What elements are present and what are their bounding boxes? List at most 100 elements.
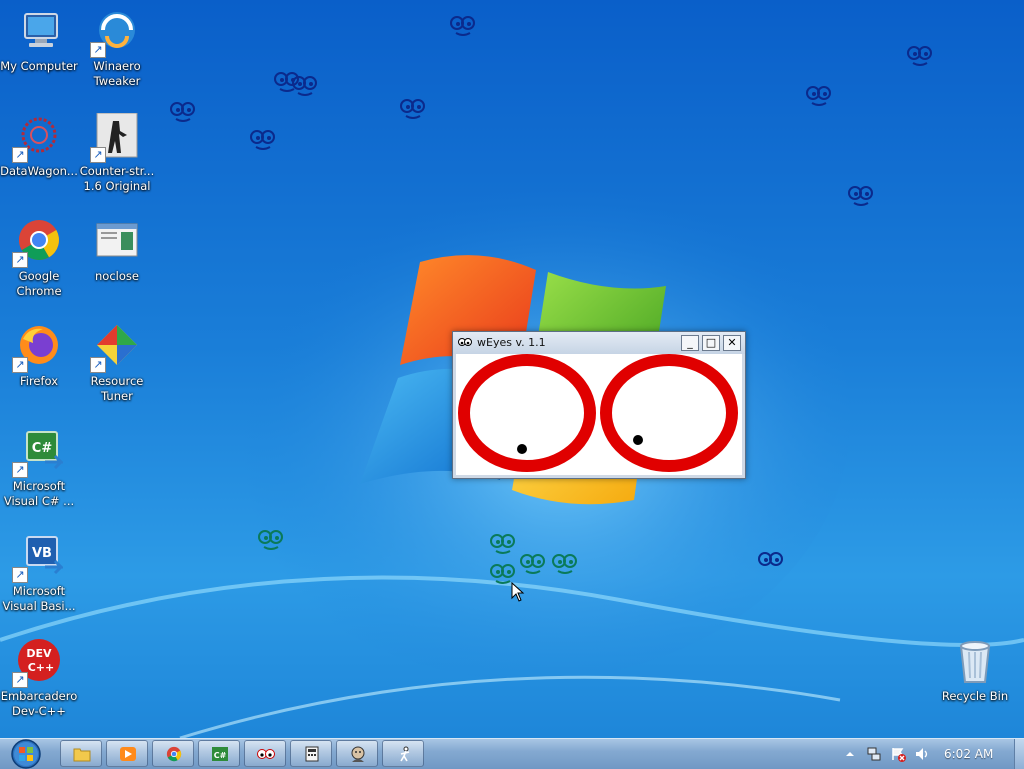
- show-hidden-icon[interactable]: [844, 748, 856, 760]
- recycle-bin-icon: [951, 638, 999, 686]
- desktop-icon-visual-basic[interactable]: VB ↗ Microsoft Visual Basi...: [0, 533, 78, 614]
- resource-tuner-icon: ↗: [90, 323, 141, 373]
- volume-icon[interactable]: [914, 746, 930, 762]
- eyes-critter: [848, 186, 873, 206]
- desktop-icon-recycle-bin[interactable]: Recycle Bin: [936, 638, 1014, 704]
- desktop-icon-label: noclose: [95, 269, 139, 283]
- visual-basic-icon: VB ↗: [12, 533, 65, 583]
- visual-csharp-icon: C# ↗: [12, 428, 65, 478]
- taskbar-button-stick-figure[interactable]: [382, 740, 424, 767]
- weyes-client-area: [456, 354, 742, 475]
- dev-cpp-badge: DEV: [26, 647, 52, 660]
- close-button[interactable]: ✕: [723, 335, 741, 351]
- shortcut-arrow-icon: ↗: [12, 147, 28, 163]
- left-eye: [458, 354, 596, 472]
- taskbar-clock[interactable]: 6:02 AM: [944, 747, 993, 761]
- eyes-critter: [758, 552, 783, 566]
- shortcut-arrow-icon: ↗: [90, 147, 106, 163]
- media-player-icon: [120, 747, 136, 761]
- datawagon-icon: ↗: [12, 113, 63, 163]
- noclose-icon: [93, 218, 141, 266]
- left-pupil: [517, 444, 527, 454]
- desktop-icon-my-computer[interactable]: My Computer: [0, 8, 78, 74]
- eyes-critter: [250, 130, 275, 150]
- eyes-critter: [907, 46, 932, 66]
- right-pupil: [633, 435, 643, 445]
- face-icon: [351, 746, 365, 762]
- desktop-icon-winaero-tweaker[interactable]: ↗ Winaero Tweaker: [78, 8, 156, 89]
- taskbar-button-face[interactable]: [336, 740, 378, 767]
- eyes-critter: [400, 99, 425, 119]
- desktop-icon-firefox[interactable]: ↗ Firefox: [0, 323, 78, 389]
- svg-text:C#: C#: [32, 441, 53, 456]
- desktop-icon-google-chrome[interactable]: ↗ Google Chrome: [0, 218, 78, 299]
- desktop-icon-label: My Computer: [0, 59, 78, 73]
- desktop-icon-label: Firefox: [19, 374, 59, 388]
- desktop-icon-label: Microsoft Visual C# ...: [3, 479, 75, 508]
- winaero-icon: ↗: [90, 8, 141, 58]
- shortcut-arrow-icon: ↗: [12, 462, 28, 478]
- shortcut-arrow-icon: ↗: [90, 42, 106, 58]
- taskbar: C# 6:02 AM: [0, 738, 1024, 769]
- eyes-critter: [490, 534, 515, 554]
- desktop-icon-resource-tuner[interactable]: ↗ Resource Tuner: [78, 323, 156, 404]
- desktop-icon-dev-cpp[interactable]: DEV C++ ↗ Embarcadero Dev-C++: [0, 638, 78, 719]
- desktop-icon-label: Microsoft Visual Basi...: [2, 584, 76, 613]
- start-button[interactable]: [6, 739, 46, 769]
- mouse-cursor-icon: [511, 582, 525, 602]
- dev-cpp-icon: DEV C++ ↗: [12, 638, 63, 688]
- counter-strike-icon: ↗: [90, 112, 141, 163]
- desktop-icon-visual-csharp[interactable]: C# ↗ Microsoft Visual C# ...: [0, 428, 78, 509]
- taskbar-button-media-player[interactable]: [106, 740, 148, 767]
- folder-icon: [73, 748, 91, 762]
- desktop-icon-label: Google Chrome: [16, 269, 62, 298]
- shortcut-arrow-icon: ↗: [12, 567, 28, 583]
- taskbar-button-explorer[interactable]: [60, 740, 102, 767]
- maximize-button[interactable]: □: [702, 335, 720, 351]
- chrome-icon: ↗: [12, 218, 63, 268]
- svg-text:C++: C++: [28, 661, 55, 674]
- weyes-icon: [257, 749, 275, 759]
- desktop-icon-noclose[interactable]: noclose: [78, 218, 156, 284]
- taskbar-button-calculator[interactable]: [290, 740, 332, 767]
- eyes-critter: [520, 554, 545, 574]
- taskbar-button-visual-csharp[interactable]: C#: [198, 740, 240, 767]
- taskbar-button-weyes[interactable]: [244, 740, 286, 767]
- eyes-critter: [258, 530, 283, 550]
- network-icon[interactable]: [866, 746, 882, 762]
- eyes-critter: [806, 86, 831, 106]
- weyes-titlebar[interactable]: wEyes v. 1.1 _ □ ✕: [453, 332, 745, 354]
- desktop-icon-label: Resource Tuner: [90, 374, 144, 403]
- window-title: wEyes v. 1.1: [477, 336, 546, 349]
- chrome-icon: [166, 746, 182, 762]
- eyes-critter: [552, 554, 577, 574]
- desktop-icon-label: Recycle Bin: [941, 689, 1009, 703]
- right-eye: [600, 354, 738, 472]
- firefox-icon: ↗: [12, 323, 63, 373]
- action-center-icon[interactable]: [890, 746, 906, 762]
- desktop-icon-counter-strike[interactable]: ↗ Counter-str... 1.6 Original: [78, 112, 156, 194]
- show-desktop-button[interactable]: [1014, 739, 1024, 769]
- shortcut-arrow-icon: ↗: [12, 252, 28, 268]
- weyes-icon: [458, 338, 472, 346]
- stick-figure-icon: [400, 746, 410, 762]
- minimize-button[interactable]: _: [681, 335, 699, 351]
- desktop-icon-label: Counter-str... 1.6 Original: [79, 164, 155, 193]
- shortcut-arrow-icon: ↗: [90, 357, 106, 373]
- taskbar-button-chrome[interactable]: [152, 740, 194, 767]
- calculator-icon: [305, 746, 319, 762]
- shortcut-arrow-icon: ↗: [12, 357, 28, 373]
- shortcut-arrow-icon: ↗: [12, 672, 28, 688]
- svg-text:C#: C#: [214, 751, 227, 760]
- desktop-icon-label: Embarcadero Dev-C++: [0, 689, 78, 718]
- svg-text:VB: VB: [32, 546, 52, 561]
- computer-icon: [15, 8, 63, 56]
- eyes-critter: [292, 76, 317, 96]
- visual-csharp-icon: C#: [212, 747, 228, 761]
- weyes-window[interactable]: wEyes v. 1.1 _ □ ✕: [452, 331, 746, 479]
- desktop-icon-datawagon[interactable]: ↗ DataWagon...: [0, 113, 78, 179]
- eyes-critter: [170, 102, 195, 122]
- eyes-critter: [450, 16, 475, 36]
- desktop[interactable]: My Computer ↗ DataWagon... ↗ Google Chrom…: [0, 0, 1024, 738]
- desktop-icon-label: Winaero Tweaker: [93, 59, 141, 88]
